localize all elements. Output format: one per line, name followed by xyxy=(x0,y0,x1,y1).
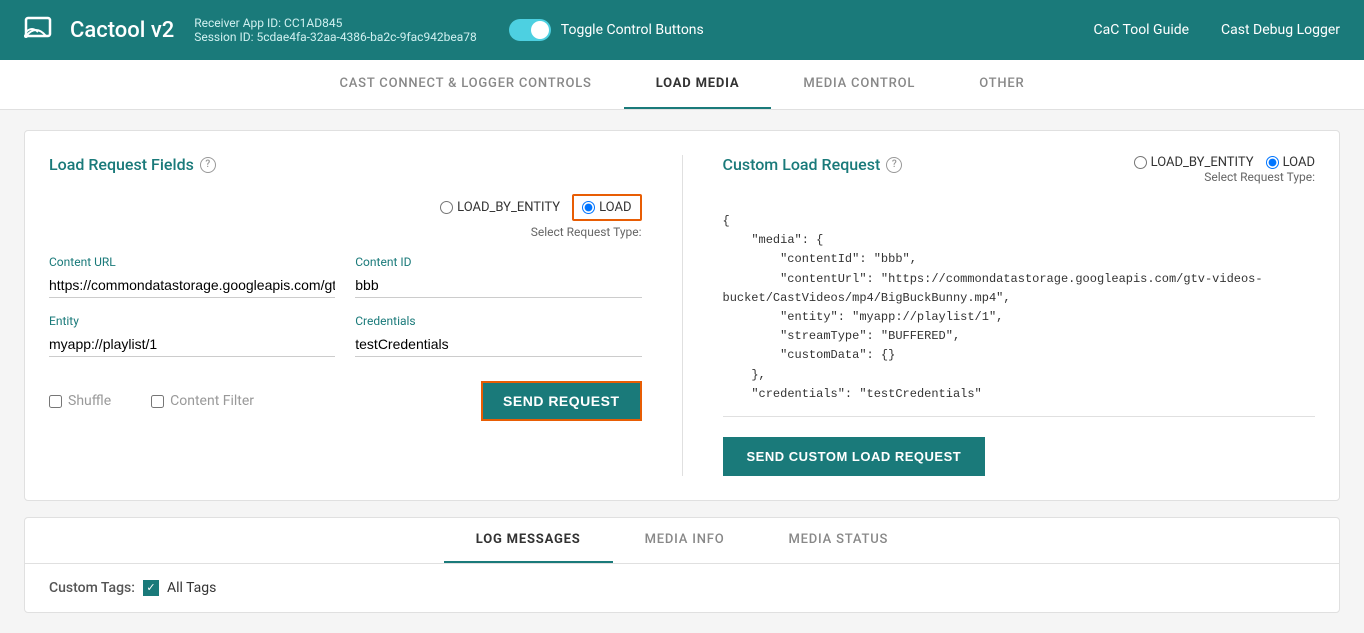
custom-load-request-panel: Custom Load Request ? LOAD_BY_ENTITY LOA… xyxy=(723,155,1316,476)
toggle-area: Toggle Control Buttons xyxy=(509,19,704,41)
shuffle-checkbox-label[interactable]: Shuffle xyxy=(49,393,111,409)
session-info: Receiver App ID: CC1AD845 Session ID: 5c… xyxy=(194,16,477,44)
app-header: Cactool v2 Receiver App ID: CC1AD845 Ses… xyxy=(0,0,1364,60)
content-id-input[interactable] xyxy=(355,273,641,298)
right-panel-title: Custom Load Request ? xyxy=(723,155,903,174)
credentials-label: Credentials xyxy=(355,314,641,328)
custom-tags-label: Custom Tags: xyxy=(49,580,135,596)
radio-load-by-entity-left[interactable]: LOAD_BY_ENTITY xyxy=(440,200,560,215)
checkbox-row: Shuffle Content Filter xyxy=(49,393,254,409)
cac-tool-guide-link[interactable]: CaC Tool Guide xyxy=(1094,22,1190,38)
form-row-2: Entity Credentials xyxy=(49,314,642,357)
shuffle-label: Shuffle xyxy=(68,393,111,409)
radio-load-by-entity-right[interactable]: LOAD_BY_ENTITY xyxy=(1134,155,1254,170)
cast-debug-logger-link[interactable]: Cast Debug Logger xyxy=(1221,22,1340,38)
load-media-card: Load Request Fields ? LOAD_BY_ENTITY LOA… xyxy=(24,130,1340,501)
tab-load-media[interactable]: LOAD MEDIA xyxy=(624,60,772,109)
tab-media-control[interactable]: MEDIA CONTROL xyxy=(771,60,947,109)
entity-input[interactable] xyxy=(49,332,335,357)
send-custom-load-request-button[interactable]: SEND CUSTOM LOAD REQUEST xyxy=(723,437,986,476)
tab-cast-connect[interactable]: CAST CONNECT & LOGGER CONTROLS xyxy=(307,60,623,109)
bottom-tabs: LOG MESSAGES MEDIA INFO MEDIA STATUS xyxy=(25,518,1339,564)
main-nav: CAST CONNECT & LOGGER CONTROLS LOAD MEDI… xyxy=(0,60,1364,110)
session-id: Session ID: 5cdae4fa-32aa-4386-ba2c-9fac… xyxy=(194,30,477,44)
shuffle-checkbox[interactable] xyxy=(49,395,62,408)
custom-tags-row: Custom Tags: All Tags xyxy=(49,580,1315,596)
tab-media-info[interactable]: MEDIA INFO xyxy=(613,518,757,563)
header-links: CaC Tool Guide Cast Debug Logger xyxy=(1094,22,1341,38)
content-filter-checkbox-label[interactable]: Content Filter xyxy=(151,393,254,409)
help-icon-left[interactable]: ? xyxy=(200,157,216,173)
content-url-label: Content URL xyxy=(49,255,335,269)
load-request-fields-panel: Load Request Fields ? LOAD_BY_ENTITY LOA… xyxy=(49,155,642,476)
content-id-label: Content ID xyxy=(355,255,641,269)
entity-label: Entity xyxy=(49,314,335,328)
content-url-input[interactable] xyxy=(49,273,335,298)
left-panel-title: Load Request Fields ? xyxy=(49,155,642,174)
credentials-input[interactable] xyxy=(355,332,641,357)
entity-field: Entity xyxy=(49,314,335,357)
all-tags-checkbox[interactable] xyxy=(143,580,159,596)
help-icon-right[interactable]: ? xyxy=(886,157,902,173)
bottom-content: Custom Tags: All Tags xyxy=(25,564,1339,612)
content-filter-checkbox[interactable] xyxy=(151,395,164,408)
all-tags-label: All Tags xyxy=(167,580,216,596)
json-display: { "media": { "contentId": "bbb", "conten… xyxy=(723,212,1316,417)
toggle-label: Toggle Control Buttons xyxy=(561,22,704,38)
select-type-label-right: Select Request Type: xyxy=(1204,170,1315,184)
panel-divider xyxy=(682,155,683,476)
content-id-field: Content ID xyxy=(355,255,641,298)
form-row-1: Content URL Content ID xyxy=(49,255,642,298)
app-title: Cactool v2 xyxy=(70,18,174,43)
right-request-type: LOAD_BY_ENTITY LOAD Select Request Type: xyxy=(1134,155,1315,200)
radio-load-left[interactable]: LOAD xyxy=(572,194,641,221)
main-content: Load Request Fields ? LOAD_BY_ENTITY LOA… xyxy=(0,110,1364,633)
toggle-control-switch[interactable] xyxy=(509,19,551,41)
right-panel-header: Custom Load Request ? LOAD_BY_ENTITY LOA… xyxy=(723,155,1316,200)
content-url-field: Content URL xyxy=(49,255,335,298)
content-filter-label: Content Filter xyxy=(170,393,254,409)
credentials-field: Credentials xyxy=(355,314,641,357)
tab-media-status[interactable]: MEDIA STATUS xyxy=(756,518,920,563)
tab-other[interactable]: OTHER xyxy=(947,60,1056,109)
tab-log-messages[interactable]: LOG MESSAGES xyxy=(444,518,613,563)
logo-area: Cactool v2 xyxy=(24,12,174,48)
receiver-app-id: Receiver App ID: CC1AD845 xyxy=(194,16,477,30)
radio-load-right[interactable]: LOAD xyxy=(1266,155,1315,170)
cast-logo-icon xyxy=(24,12,60,48)
select-type-label-left: Select Request Type: xyxy=(49,225,642,239)
send-request-button[interactable]: SEND REQUEST xyxy=(481,381,641,421)
bottom-section: LOG MESSAGES MEDIA INFO MEDIA STATUS Cus… xyxy=(24,517,1340,613)
